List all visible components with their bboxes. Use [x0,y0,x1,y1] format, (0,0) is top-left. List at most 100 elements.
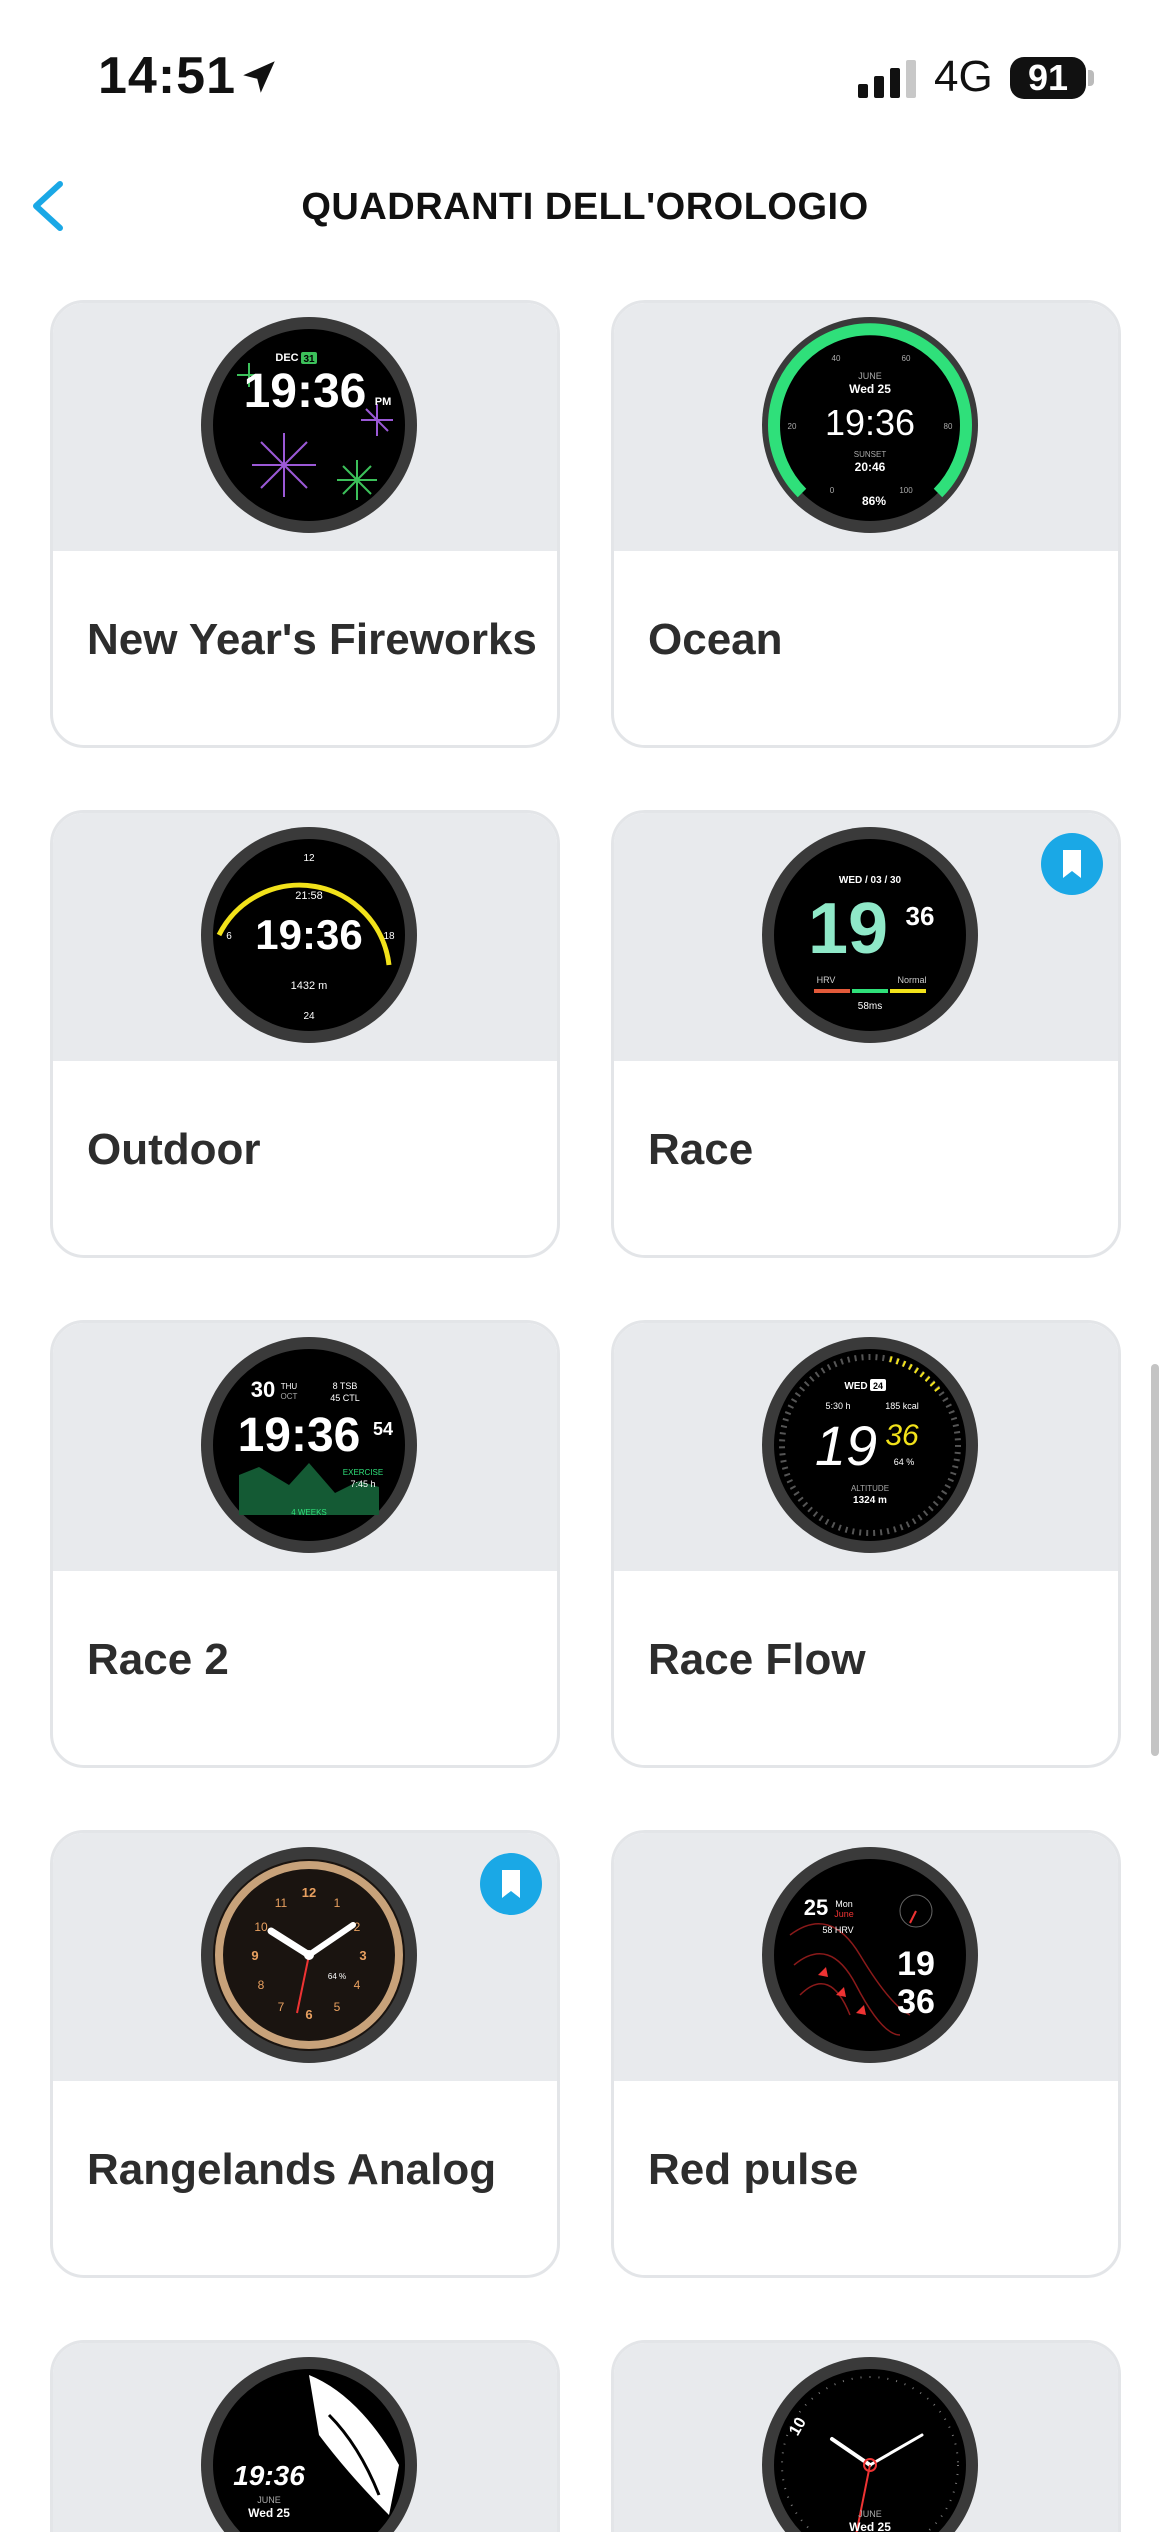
face-day: 24 [873,1381,883,1391]
face-hour-numeral: 4 [354,1978,361,1992]
watch-face-preview: 25 Mon June 58 HRV 19 36 [762,1847,978,2063]
face-battery: 86% [862,494,886,508]
face-hour-numeral: 6 [305,2007,312,2022]
face-hour-numeral: 11 [275,1896,288,1910]
bookmark-icon [502,1870,520,1898]
battery-nub [1088,70,1094,86]
watch-face-card-race-2[interactable]: 30 THU OCT 8 TSB 45 CTL 19:36 54 EXERCIS… [50,1320,560,1768]
scrollbar[interactable] [1151,1364,1159,1756]
watch-face-name: Ocean [648,615,783,664]
face-date: WED / 03 / 30 [839,875,902,886]
watch-face-name: Red pulse [648,2145,859,2194]
face-sunrise: 21:58 [295,890,323,902]
watch-face-card-outdoor[interactable]: 12 6 18 24 21:58 19:36 1432 m Outdoor [50,810,560,1258]
card-preview: 12 3 6 9 1 2 4 5 7 8 10 11 64 % [53,1833,557,2081]
watch-face-preview: DEC 31 19:36 PM [201,317,417,533]
face-month: June [834,1909,854,1919]
face-day: 25 [804,1895,828,1920]
face-altitude: 1432 m [291,980,328,992]
face-ampm: PM [375,396,392,408]
face-battery: 64 % [328,1972,346,1981]
face-day: 30 [251,1377,275,1402]
face-date-month: DEC [275,352,298,364]
face-tick-label: 6 [226,931,232,942]
face-month: OCT [281,1392,298,1401]
face-altitude: 1324 m [853,1495,887,1506]
face-sunset-label: SUNSET [854,450,887,459]
watch-face-preview: 30 THU OCT 8 TSB 45 CTL 19:36 54 EXERCIS… [201,1337,417,1553]
face-date-day: 31 [303,354,315,365]
face-scale-label: 20 [788,422,797,431]
watch-face-name: Outdoor [87,1125,261,1174]
face-weekday: WED [844,1381,867,1392]
face-weeks: 4 WEEKS [291,1508,327,1517]
face-sunset: 20:46 [855,460,886,474]
card-preview: 30 THU OCT 8 TSB 45 CTL 19:36 54 EXERCIS… [53,1323,557,1571]
bookmark-badge[interactable] [1041,833,1103,895]
face-hrv-value: 58ms [858,1001,882,1012]
watch-face-card-race[interactable]: WED / 03 / 30 19 36 HRV Normal 58ms Race [611,810,1121,1258]
card-preview: DEC 31 19:36 PM [53,303,557,551]
location-arrow-icon [243,61,275,93]
face-exercise-label: EXERCISE [343,1468,383,1477]
face-hour-numeral: 12 [302,1885,316,1900]
bookmark-badge[interactable] [480,1853,542,1915]
cellular-signal-icon [858,60,916,98]
face-kcal: 185 kcal [885,1401,919,1411]
card-preview: WED / 03 / 30 19 36 HRV Normal 58ms [614,813,1118,1061]
face-duration: 5:30 h [825,1401,850,1411]
watch-face-card-race-flow[interactable]: WED 24 5:30 h 185 kcal 19 36 64 % ALTITU… [611,1320,1121,1768]
face-time: 19:36 [244,365,367,418]
watch-face-name: Race 2 [87,1635,229,1684]
watch-face-preview: 12 6 18 24 21:58 19:36 1432 m [201,827,417,1043]
face-minute: 36 [885,1419,919,1452]
face-date: Wed 25 [248,2506,290,2520]
watch-face-card-red-pulse[interactable]: 25 Mon June 58 HRV 19 36 Red pulse [611,1830,1121,2278]
face-hour-numeral: 1 [334,1896,341,1910]
bookmark-icon [1063,850,1081,878]
face-scale-label: 100 [899,486,913,495]
face-altitude-label: ALTITUDE [851,1484,889,1493]
watch-face-preview: WED 24 5:30 h 185 kcal 19 36 64 % ALTITU… [762,1337,978,1553]
watch-face-name: Race [648,1125,754,1174]
face-month: JUNE [858,2509,882,2519]
face-date: Wed 25 [849,2520,891,2532]
face-time: 19:36 [238,1409,361,1462]
face-hrv: 58 HRV [822,1925,853,1935]
watch-face-card-new-years-fireworks[interactable]: DEC 31 19:36 PM New Year's Fireworks [50,300,560,748]
status-time: 14:51 [98,47,236,105]
face-date: Wed 25 [849,382,891,396]
face-seconds: 54 [373,1419,393,1439]
card-preview: 12 6 18 24 21:58 19:36 1432 m [53,813,557,1061]
card-preview: 40 60 20 80 0 100 JUNE Wed 25 19:36 SUNS… [614,303,1118,551]
network-type: 4G [934,52,993,101]
face-battery: 64 % [894,1457,915,1467]
face-weekday: THU [281,1382,298,1391]
face-hour: 19 [808,889,888,969]
watch-face-preview: 12 3 6 9 1 2 4 5 7 8 10 11 64 % [201,1847,417,2063]
watch-face-card[interactable]: 10 JUNE Wed 25 [611,2340,1121,2532]
face-scale-label: 80 [944,422,953,431]
face-hour-numeral: 3 [359,1948,366,1963]
battery-indicator: 91 [1010,57,1086,99]
face-tick-label: 18 [383,931,395,942]
face-weekday: Mon [835,1899,853,1909]
watch-face-card-rangelands-analog[interactable]: 12 3 6 9 1 2 4 5 7 8 10 11 64 % Rangelan… [50,1830,560,2278]
watch-face-name: New Year's Fireworks [87,615,537,664]
face-time: 19:36 [825,402,915,443]
face-hour-numeral: 9 [251,1948,258,1963]
watch-face-preview: 40 60 20 80 0 100 JUNE Wed 25 19:36 SUNS… [762,317,978,533]
face-month: JUNE [858,371,882,381]
watch-face-card-ocean[interactable]: 40 60 20 80 0 100 JUNE Wed 25 19:36 SUNS… [611,300,1121,748]
face-tick-label: 24 [303,1011,315,1022]
face-hrv-label: HRV [817,975,836,985]
face-minute: 36 [897,1983,935,2021]
watch-face-card[interactable]: 19:36 JUNE Wed 25 [50,2340,560,2532]
face-hour-numeral: 5 [334,2000,341,2014]
watch-face-name: Rangelands Analog [87,2145,497,2194]
face-month: JUNE [257,2495,281,2505]
face-hrv-status: Normal [897,975,926,985]
watch-face-preview: 10 JUNE Wed 25 [762,2357,978,2532]
face-time: 19:36 [255,911,362,958]
face-tsb: 8 TSB [333,1381,358,1391]
